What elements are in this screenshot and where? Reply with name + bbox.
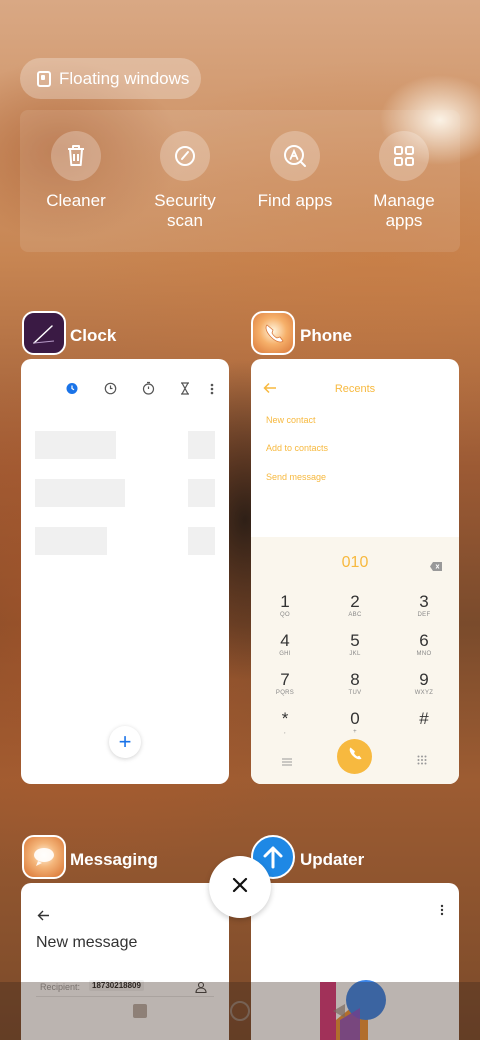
dial-key-6[interactable]: 6 MNO xyxy=(394,631,454,657)
cleaner-button[interactable]: Cleaner xyxy=(21,131,131,211)
floating-windows-button[interactable]: Floating windows xyxy=(20,58,201,99)
manage-apps-label: Manage apps xyxy=(373,191,435,230)
back-nav-icon[interactable] xyxy=(332,1003,346,1024)
dial-key-4[interactable]: 4 GHI xyxy=(255,631,315,657)
home-nav-icon[interactable] xyxy=(230,1001,250,1021)
close-icon xyxy=(232,877,248,898)
more-options-icon[interactable] xyxy=(210,382,214,400)
find-apps-label: Find apps xyxy=(257,191,333,210)
alarm-icon[interactable] xyxy=(65,381,79,400)
dial-key-3[interactable]: 3 DEF xyxy=(394,592,454,618)
cleaner-label: Cleaner xyxy=(46,191,106,210)
security-icon xyxy=(160,131,210,181)
phone-call-icon xyxy=(347,746,363,767)
phone-app-title: Phone xyxy=(300,326,352,345)
dial-key-hash[interactable]: # xyxy=(394,709,454,729)
recents-nav-icon[interactable] xyxy=(133,1004,147,1018)
manage-apps-button[interactable]: Manage apps xyxy=(349,131,459,231)
find-apps-icon xyxy=(270,131,320,181)
messaging-app-title: Messaging xyxy=(70,850,158,869)
call-button[interactable] xyxy=(337,739,372,774)
dial-key-2[interactable]: 2 ABC xyxy=(325,592,385,618)
menu-icon[interactable] xyxy=(282,753,292,771)
backspace-icon[interactable] xyxy=(430,558,442,576)
alarm-row-faded xyxy=(35,527,215,555)
security-scan-label: Security scan xyxy=(154,191,216,230)
dial-key-0[interactable]: 0 + xyxy=(325,709,385,735)
floating-windows-label: Floating windows xyxy=(59,68,190,88)
updater-app-title: Updater xyxy=(300,850,365,869)
alarm-row-faded xyxy=(35,479,215,507)
phone-app-icon[interactable] xyxy=(251,311,295,355)
dial-key-5[interactable]: 5 JKL xyxy=(325,631,385,657)
trash-icon xyxy=(51,131,101,181)
recents-header: Recents xyxy=(334,383,376,395)
clock-app-icon[interactable] xyxy=(22,311,66,355)
send-message-link[interactable]: Send message xyxy=(266,472,326,482)
stopwatch-icon[interactable] xyxy=(142,381,155,400)
add-to-contacts-link[interactable]: Add to contacts xyxy=(266,443,328,453)
more-options-icon[interactable] xyxy=(440,903,444,921)
dialpad: 010 1 QO 2 ABC 3 DEF 4 GHI 5 JKL 6 MNO 7 PQRS 8… xyxy=(251,537,459,784)
floating-window-icon xyxy=(37,70,51,87)
navigation-bar xyxy=(0,982,480,1040)
back-arrow-icon[interactable] xyxy=(37,908,50,926)
dial-key-7[interactable]: 7 PQRS xyxy=(255,670,315,696)
dial-key-9[interactable]: 9 WXYZ xyxy=(394,670,454,696)
add-alarm-button[interactable]: + xyxy=(109,726,141,758)
dial-key-8[interactable]: 8 TUV xyxy=(325,670,385,696)
dialed-number: 010 xyxy=(341,554,369,571)
dial-key-1[interactable]: 1 QO xyxy=(255,592,315,618)
timer-icon[interactable] xyxy=(180,381,190,400)
clock-tabs xyxy=(65,381,214,400)
alarm-row-faded xyxy=(35,431,215,459)
new-contact-link[interactable]: New contact xyxy=(266,415,316,425)
grid-icon xyxy=(379,131,429,181)
security-scan-button[interactable]: Security scan xyxy=(130,131,240,231)
clock-app-title: Clock xyxy=(70,326,117,345)
find-apps-button[interactable]: Find apps xyxy=(240,131,350,211)
dial-key-star[interactable]: *, xyxy=(255,709,315,735)
phone-card[interactable]: Recents New contact Add to contacts Send… xyxy=(251,359,459,784)
world-clock-icon[interactable] xyxy=(104,382,117,400)
clock-card[interactable]: + xyxy=(21,359,229,784)
messaging-app-icon[interactable] xyxy=(22,835,66,879)
new-message-title: New message xyxy=(36,934,138,951)
clear-all-button[interactable] xyxy=(209,856,271,918)
dialpad-toggle-icon[interactable] xyxy=(417,752,427,770)
